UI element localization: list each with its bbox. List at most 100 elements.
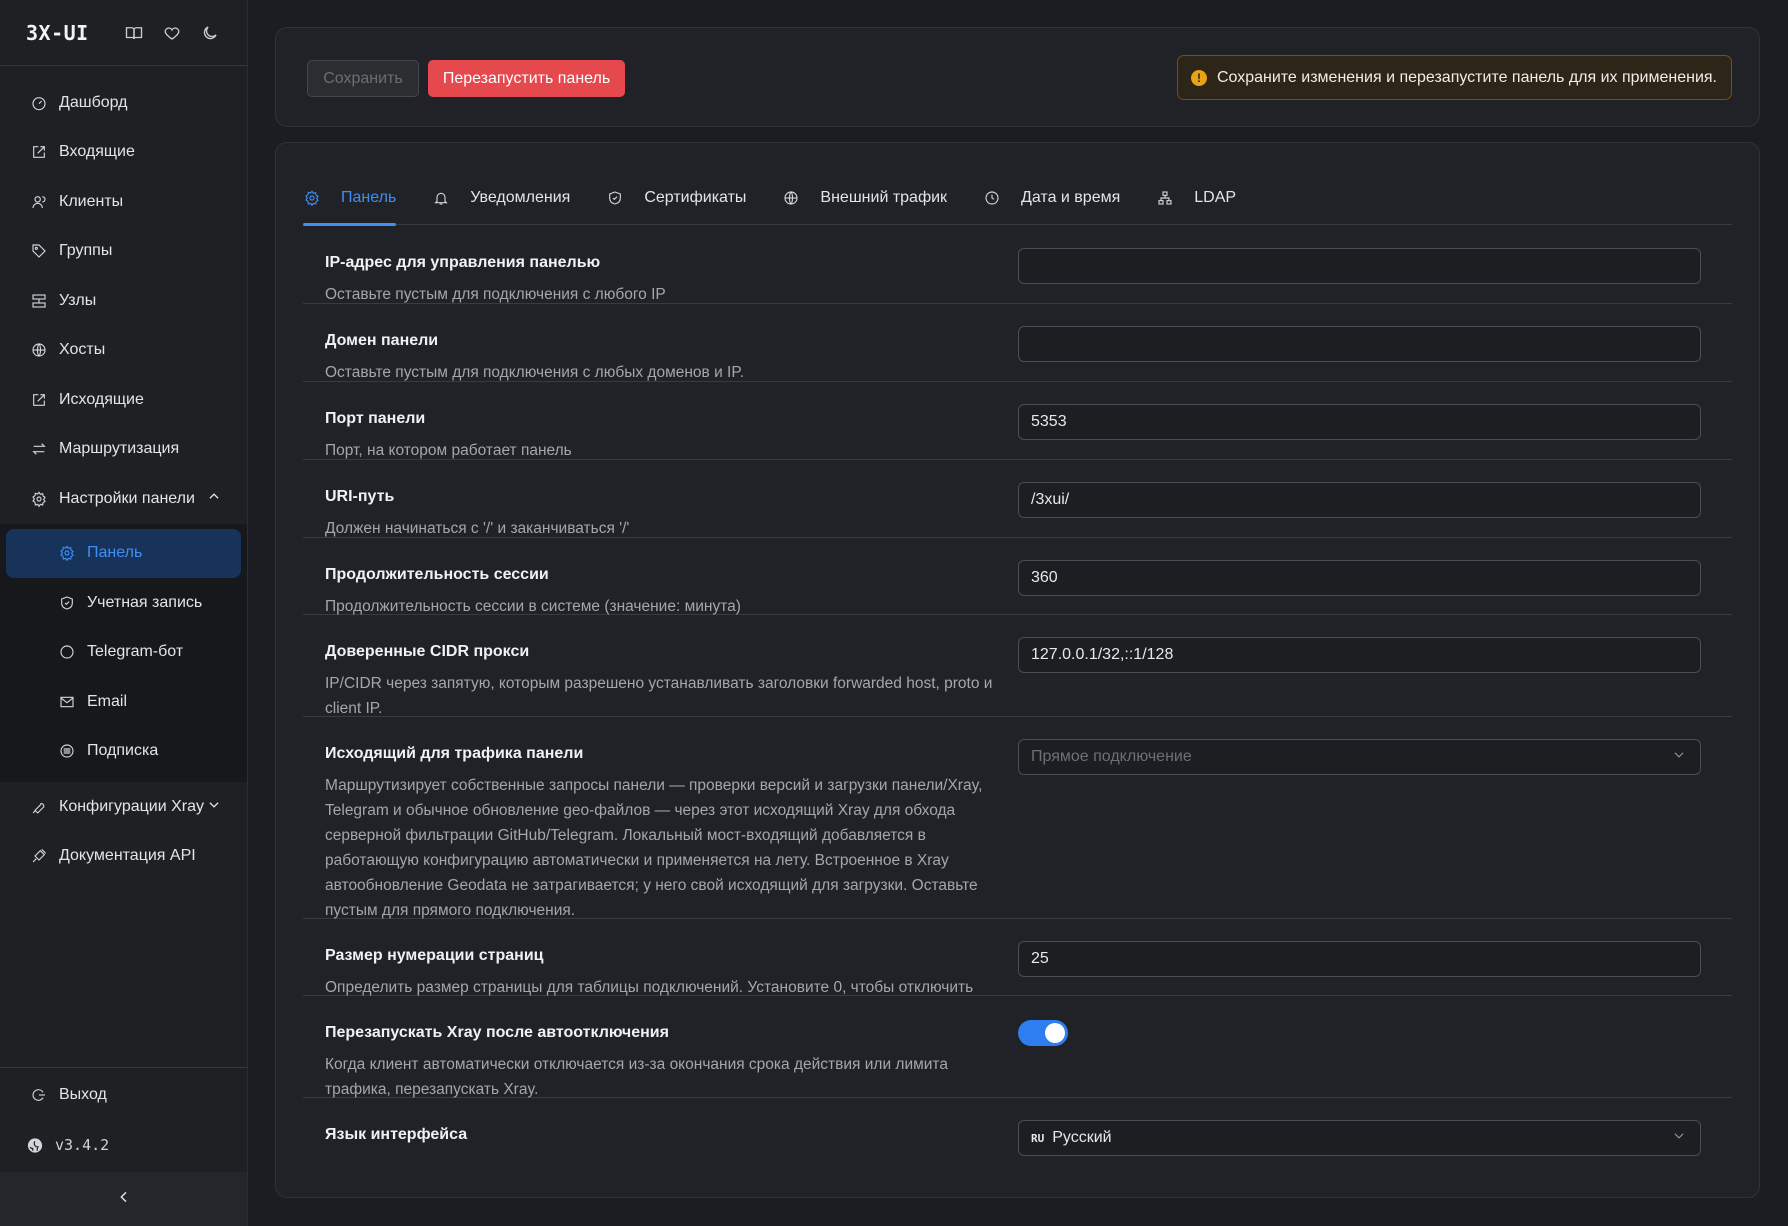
language-select[interactable]: RU Русский — [1018, 1120, 1701, 1156]
version-label: v3.4.2 — [55, 1136, 110, 1154]
tool-icon — [30, 798, 48, 816]
setting-row-page-size: Размер нумерации страниц Определить разм… — [303, 919, 1732, 996]
tab-external-traffic[interactable]: Внешний трафик — [782, 171, 947, 225]
github-icon — [26, 1136, 44, 1154]
toggle-knob — [1045, 1023, 1065, 1043]
sidebar-item-label: Хосты — [59, 341, 106, 359]
nodes-icon — [30, 292, 48, 310]
logout-label: Выход — [59, 1086, 107, 1103]
logout-icon — [30, 1086, 48, 1104]
restart-warning-alert: ! Сохраните изменения и перезапустите па… — [1176, 55, 1732, 100]
setting-description: Когда клиент автоматически отключается и… — [325, 1056, 948, 1098]
gear-icon — [303, 189, 321, 207]
logout-button[interactable]: Выход — [0, 1068, 247, 1122]
sidebar-subitem-subscription[interactable]: Подписка — [0, 727, 247, 777]
restart-panel-button[interactable]: Перезапустить панель — [428, 60, 625, 97]
sidebar-item-label: Настройки панели — [59, 489, 195, 507]
gear-icon — [30, 490, 48, 508]
tab-label: Сертификаты — [644, 189, 747, 206]
listen-ip-input[interactable] — [1018, 248, 1701, 284]
sidebar-item-label: Telegram-бот — [87, 643, 184, 661]
sidebar-item-groups[interactable]: Группы — [0, 227, 247, 277]
tag-icon — [30, 242, 48, 260]
tab-label: Дата и время — [1021, 189, 1121, 206]
sidebar-subitem-account[interactable]: Учетная запись — [0, 578, 247, 628]
tab-label: LDAP — [1194, 189, 1237, 206]
moon-icon[interactable] — [199, 22, 221, 44]
shield-icon — [606, 189, 624, 207]
sidebar-subitem-panel[interactable]: Панель — [6, 528, 241, 578]
sidebar-subitem-telegram[interactable]: Telegram-бот — [0, 628, 247, 678]
setting-row-uri-path: URI-путь Должен начинаться с '/' и закан… — [303, 460, 1732, 538]
sidebar-item-label: Дашборд — [59, 93, 128, 111]
sidebar-item-label: Документация API — [59, 847, 196, 865]
tab-ldap[interactable]: LDAP — [1156, 171, 1236, 225]
sidebar-item-label: Исходящие — [59, 390, 144, 408]
sidebar-item-label: Email — [87, 692, 128, 710]
panel-domain-input[interactable] — [1018, 326, 1701, 362]
api-icon — [30, 847, 48, 865]
sidebar-item-outbounds[interactable]: Исходящие — [0, 375, 247, 425]
select-placeholder: Прямое подключение — [1031, 748, 1192, 765]
panel-settings-submenu: Панель Учетная запись Telegram-бот Email… — [0, 523, 247, 782]
warning-icon: ! — [1190, 69, 1207, 86]
sidebar-header: 3X-UI — [0, 0, 247, 66]
sidebar-item-api-docs[interactable]: Документация API — [0, 832, 247, 882]
sidebar-item-nodes[interactable]: Узлы — [0, 276, 247, 326]
sidebar-item-inbounds[interactable]: Входящие — [0, 128, 247, 178]
sidebar-item-label: Группы — [59, 242, 113, 260]
globe-icon — [30, 341, 48, 359]
sidebar-subitem-email[interactable]: Email — [0, 677, 247, 727]
uri-path-input[interactable]: /3xui/ — [1018, 482, 1701, 518]
settings-card: Панель Уведомления Сертификаты Внешний т… — [275, 142, 1760, 1198]
sidebar-item-routing[interactable]: Маршрутизация — [0, 425, 247, 475]
subscription-icon — [58, 742, 76, 760]
setting-row-language: Язык интерфейса RU Русский — [303, 1098, 1732, 1168]
sidebar-item-dashboard[interactable]: Дашборд — [0, 78, 247, 128]
panel-port-input[interactable]: 5353 — [1018, 404, 1701, 440]
brand-logo[interactable]: 3X-UI — [26, 21, 89, 45]
tab-label: Внешний трафик — [820, 189, 948, 206]
chevron-down-icon — [1672, 1129, 1686, 1148]
sidebar-item-label: Панель — [87, 544, 143, 562]
sidebar-item-panel-settings[interactable]: Настройки панели — [0, 474, 247, 524]
setting-row-session: Продолжительность сессии Продолжительнос… — [303, 538, 1732, 615]
sidebar-item-hosts[interactable]: Хосты — [0, 326, 247, 376]
book-icon[interactable] — [123, 22, 145, 44]
inbound-icon — [30, 143, 48, 161]
setting-row-restart-xray: Перезапускать Xray после автоотключения … — [303, 996, 1732, 1098]
sidebar-item-clients[interactable]: Клиенты — [0, 177, 247, 227]
shield-icon — [58, 594, 76, 612]
heart-icon[interactable] — [161, 22, 183, 44]
clock-icon — [983, 189, 1001, 207]
toolbar-card: Сохранить Перезапустить панель ! Сохрани… — [275, 27, 1760, 127]
setting-row-trusted-cidr: Доверенные CIDR прокси IP/CIDR через зап… — [303, 615, 1732, 717]
sidebar-item-xray-configs[interactable]: Конфигурации Xray — [0, 782, 247, 832]
bell-icon — [432, 189, 450, 207]
sidebar-item-label: Клиенты — [59, 192, 124, 210]
page-size-input[interactable]: 25 — [1018, 941, 1701, 977]
setting-row-port: Порт панели Порт, на котором работает па… — [303, 382, 1732, 460]
chat-icon — [58, 643, 76, 661]
tab-panel[interactable]: Панель — [303, 171, 397, 226]
setting-description: IP/CIDR через запятую, которым разрешено… — [325, 675, 993, 717]
restart-xray-toggle[interactable] — [1018, 1020, 1068, 1046]
save-button[interactable]: Сохранить — [307, 60, 419, 97]
sidebar-item-label: Узлы — [59, 291, 97, 309]
tab-certificates[interactable]: Сертификаты — [606, 171, 746, 225]
sidebar-collapse-button[interactable] — [0, 1172, 247, 1226]
chevron-up-icon — [207, 489, 221, 508]
sidebar-item-label: Входящие — [59, 143, 135, 161]
trusted-cidr-input[interactable]: 127.0.0.1/32,::1/128 — [1018, 637, 1701, 673]
session-duration-input[interactable]: 360 — [1018, 560, 1701, 596]
sidebar-footer: Выход v3.4.2 — [0, 1067, 247, 1226]
setting-description: Маршрутизирует собственные запросы панел… — [325, 777, 983, 919]
ldap-icon — [1156, 189, 1174, 207]
sidebar-item-label: Маршрутизация — [59, 440, 180, 458]
dashboard-icon — [30, 94, 48, 112]
panel-outbound-select[interactable]: Прямое подключение — [1018, 739, 1701, 775]
tab-notifications[interactable]: Уведомления — [432, 171, 570, 225]
tab-date-time[interactable]: Дата и время — [983, 171, 1120, 225]
github-version-link[interactable]: v3.4.2 — [0, 1118, 247, 1172]
setting-row-panel-outbound: Исходящий для трафика панели Маршрутизир… — [303, 717, 1732, 919]
